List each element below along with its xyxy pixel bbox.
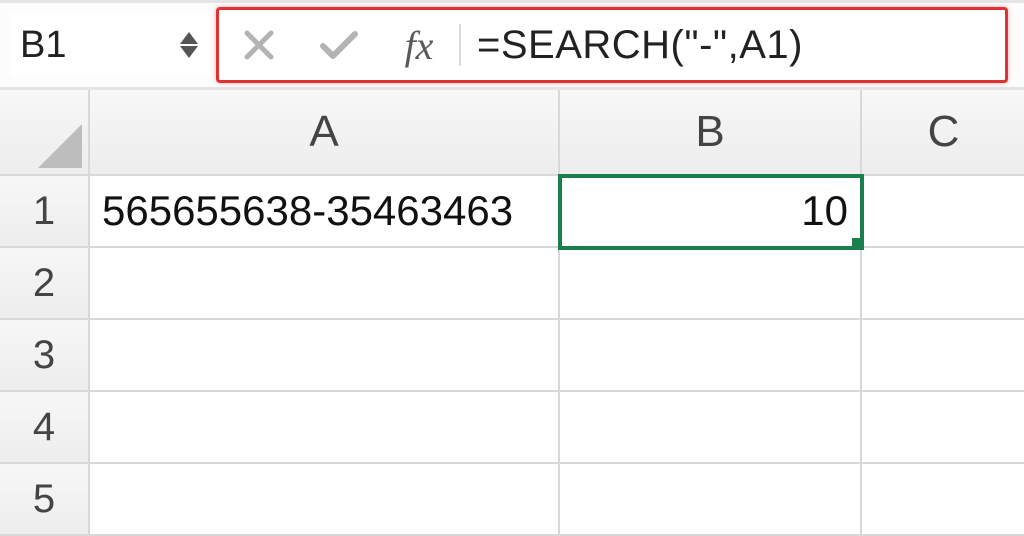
- close-icon: [242, 28, 276, 62]
- cell-b5[interactable]: [560, 464, 862, 536]
- cell-c3[interactable]: [862, 320, 1024, 392]
- name-box[interactable]: B1: [10, 13, 210, 77]
- name-box-stepper[interactable]: [180, 32, 202, 58]
- cell-a1[interactable]: 565655638-35463463: [90, 176, 560, 248]
- cell-b2[interactable]: [560, 248, 862, 320]
- accept-formula-button[interactable]: [299, 10, 379, 80]
- cancel-formula-button[interactable]: [219, 10, 299, 80]
- col-head-c[interactable]: C: [862, 90, 1024, 176]
- cell-a2[interactable]: [90, 248, 560, 320]
- check-icon: [319, 28, 359, 62]
- chevron-up-icon: [180, 32, 198, 44]
- cell-c5[interactable]: [862, 464, 1024, 536]
- cell-c4[interactable]: [862, 392, 1024, 464]
- row-head-1[interactable]: 1: [0, 176, 90, 248]
- cell-a5[interactable]: [90, 464, 560, 536]
- row-head-2[interactable]: 2: [0, 248, 90, 320]
- row-head-4[interactable]: 4: [0, 392, 90, 464]
- spreadsheet-grid: A B C 1 565655638-35463463 10 2 3 4 5: [0, 90, 1024, 536]
- cell-b4[interactable]: [560, 392, 862, 464]
- select-all-corner[interactable]: [0, 90, 90, 176]
- cell-b3[interactable]: [560, 320, 862, 392]
- row-head-5[interactable]: 5: [0, 464, 90, 536]
- cell-a4[interactable]: [90, 392, 560, 464]
- col-head-b[interactable]: B: [560, 90, 862, 176]
- cell-c2[interactable]: [862, 248, 1024, 320]
- chevron-down-icon: [180, 46, 198, 58]
- name-box-value: B1: [20, 24, 66, 67]
- col-head-a[interactable]: A: [90, 90, 560, 176]
- formula-bar: B1 fx =SEARCH("-",A1): [0, 0, 1024, 90]
- cell-c1[interactable]: [862, 176, 1024, 248]
- fx-label[interactable]: fx: [379, 10, 459, 80]
- cell-a3[interactable]: [90, 320, 560, 392]
- row-head-3[interactable]: 3: [0, 320, 90, 392]
- cell-b1[interactable]: 10: [560, 176, 862, 248]
- formula-input[interactable]: =SEARCH("-",A1): [461, 10, 1005, 80]
- formula-area-highlight: fx =SEARCH("-",A1): [216, 7, 1008, 83]
